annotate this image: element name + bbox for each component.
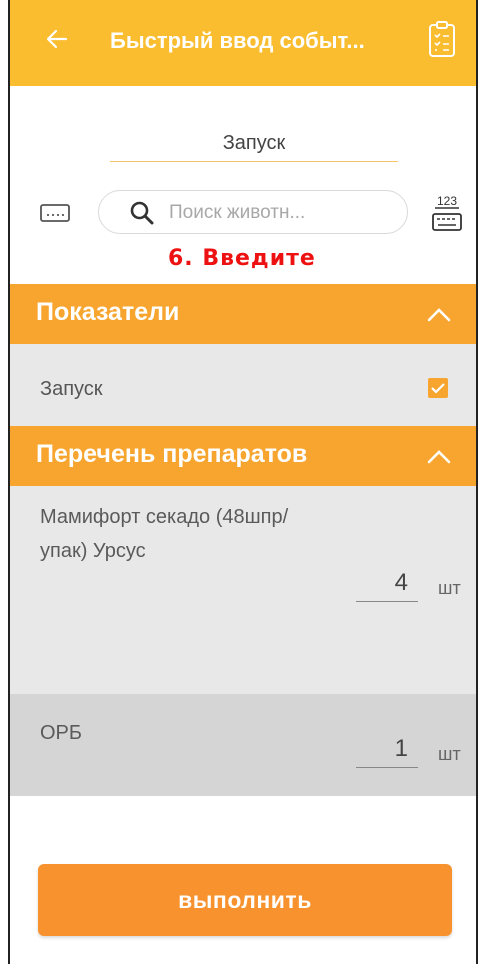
- clipboard-list-icon: [429, 21, 455, 57]
- drugs-section-title: Перечень препаратов: [36, 440, 308, 468]
- app-header: Быстрый ввод событ...: [10, 0, 476, 86]
- numeric-keyboard-icon: 123: [432, 194, 462, 231]
- drug-row: Мамифорт секадо (48шпр/упак) Урсус 4 шт: [10, 486, 476, 694]
- arrow-left-icon: [46, 29, 68, 49]
- keyboard-toggle-button[interactable]: [40, 204, 70, 222]
- search-input[interactable]: [169, 201, 389, 225]
- numeric-keyboard-button[interactable]: 123: [430, 192, 464, 236]
- indicator-row: Запуск: [10, 344, 476, 426]
- numeric-keyboard-label: 123: [437, 194, 457, 208]
- indicators-section-header[interactable]: Показатели: [10, 284, 476, 344]
- indicators-section-title: Показатели: [36, 298, 180, 326]
- indicator-label: Запуск: [40, 378, 103, 400]
- search-icon: [130, 201, 154, 225]
- keyboard-icon: [40, 204, 70, 222]
- drug-quantity-input[interactable]: 4: [356, 566, 418, 602]
- execute-button[interactable]: выполнить: [38, 864, 452, 936]
- drug-unit-label: шт: [438, 578, 461, 598]
- clipboard-button[interactable]: [428, 20, 456, 58]
- chevron-up-icon[interactable]: [426, 302, 452, 326]
- search-box[interactable]: [98, 190, 408, 234]
- drugs-section-header[interactable]: Перечень препаратов: [10, 426, 476, 486]
- drug-quantity-input[interactable]: 1: [356, 732, 418, 768]
- drug-unit-label: шт: [438, 744, 461, 764]
- drug-name: Мамифорт секадо (48шпр/упак) Урсус: [40, 506, 289, 562]
- checkmark-icon: [431, 383, 445, 394]
- operation-field[interactable]: Запуск: [110, 128, 398, 162]
- indicator-checkbox[interactable]: [428, 378, 448, 398]
- drug-row: ОРБ 1 шт: [10, 694, 476, 796]
- chevron-up-icon[interactable]: [426, 444, 452, 468]
- back-button[interactable]: [40, 26, 74, 60]
- drug-name: ОРБ: [40, 722, 83, 744]
- app-frame: Быстрый ввод событ... Запуск 123: [8, 0, 478, 964]
- page-title: Быстрый ввод событ...: [110, 28, 365, 53]
- instruction-hint: 6. Введите: [168, 246, 316, 271]
